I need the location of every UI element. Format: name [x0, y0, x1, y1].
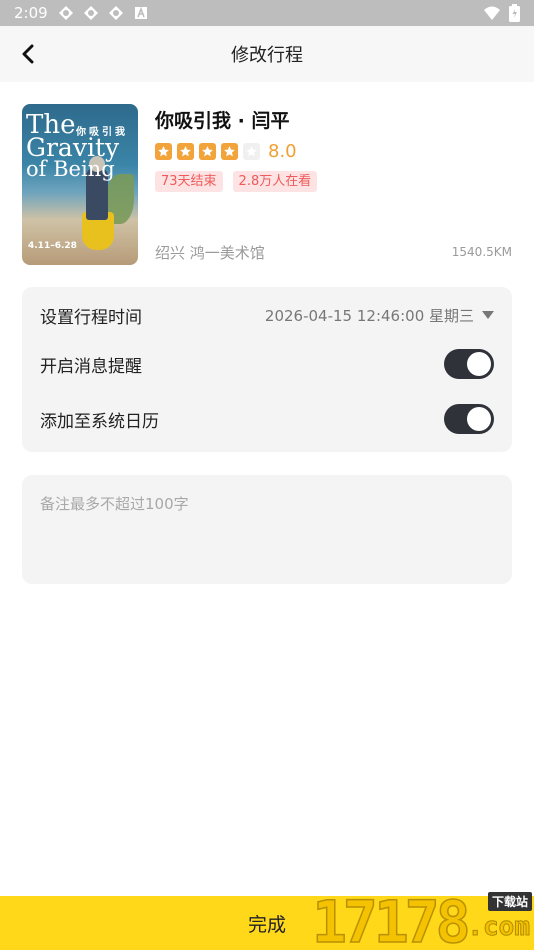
star-empty-icon: [243, 143, 260, 160]
event-distance: 1540.5KM: [451, 245, 512, 259]
star-filled-icon: [221, 143, 238, 160]
chevron-left-icon: [22, 44, 34, 64]
star-filled-icon: [177, 143, 194, 160]
back-button[interactable]: [14, 40, 42, 68]
app-icon: [108, 6, 123, 20]
page-title: 修改行程: [231, 45, 303, 66]
event-title: 你吸引我 · 闫平: [155, 110, 290, 132]
done-button-label: 完成: [247, 913, 286, 936]
toggle-knob: [467, 407, 491, 431]
app-icon: [83, 6, 98, 20]
star-filled-icon: [155, 143, 172, 160]
event-venue: 绍兴 鸿一美术馆: [155, 244, 265, 262]
done-button[interactable]: 完成: [0, 896, 534, 950]
toggle-knob: [467, 352, 491, 376]
event-tags: 73天结束 2.8万人在看: [155, 171, 318, 192]
status-bar: 2:09: [0, 0, 534, 26]
app-header: 修改行程: [0, 26, 534, 82]
schedule-time-label: 设置行程时间: [40, 307, 142, 328]
schedule-time-value: 2026-04-15 12:46:00 星期三: [264, 306, 474, 325]
schedule-time-picker[interactable]: 2026-04-15 12:46:00 星期三: [265, 305, 494, 326]
schedule-time-row[interactable]: 设置行程时间 2026-04-15 12:46:00 星期三: [40, 303, 494, 328]
calendar-row: 添加至系统日历: [40, 404, 494, 434]
calendar-label: 添加至系统日历: [40, 411, 159, 432]
remarks-input[interactable]: [22, 475, 512, 584]
wifi-icon: [484, 6, 500, 20]
calendar-toggle[interactable]: [444, 404, 494, 434]
battery-icon: [509, 4, 520, 22]
reminder-label: 开启消息提醒: [40, 356, 142, 377]
event-poster[interactable]: The 你吸引我 Gravity of Being 4.11–6.28: [22, 104, 138, 265]
settings-panel: 设置行程时间 2026-04-15 12:46:00 星期三 开启消息提醒 添加…: [22, 287, 512, 452]
reminder-row: 开启消息提醒: [40, 349, 494, 379]
tag-ends-in: 73天结束: [155, 171, 223, 192]
poster-date: 4.11–6.28: [28, 241, 77, 251]
event-card[interactable]: The 你吸引我 Gravity of Being 4.11–6.28 你吸引我…: [22, 104, 512, 266]
dropdown-arrow-icon: [482, 311, 494, 319]
rating: 8.0: [155, 141, 297, 162]
tag-viewers: 2.8万人在看: [232, 171, 318, 192]
font-icon: [134, 6, 147, 19]
reminder-toggle[interactable]: [444, 349, 494, 379]
app-icon: [58, 6, 73, 20]
star-filled-icon: [199, 143, 216, 160]
poster-title-line: of Being: [26, 157, 115, 181]
status-time: 2:09: [14, 4, 48, 22]
rating-score: 8.0: [268, 141, 297, 162]
